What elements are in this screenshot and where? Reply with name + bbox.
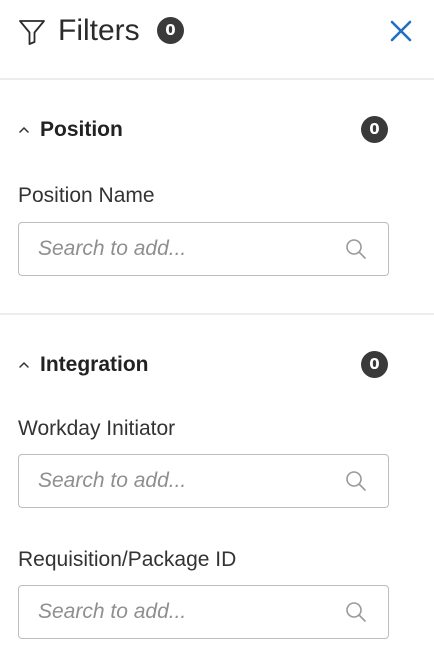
field-label: Position Name bbox=[18, 184, 155, 207]
workday-initiator-input[interactable] bbox=[38, 455, 338, 507]
filter-funnel-icon bbox=[19, 20, 45, 45]
search-icon bbox=[346, 602, 366, 622]
workday-initiator-search[interactable] bbox=[18, 454, 389, 508]
section-count-badge: 0 bbox=[361, 351, 388, 378]
field-label: Requisition/Package ID bbox=[18, 548, 237, 571]
filters-title: Filters bbox=[58, 14, 140, 47]
section-integration: Integration 0 Workday Initiator Requisit… bbox=[0, 315, 434, 664]
close-icon[interactable] bbox=[386, 16, 416, 46]
search-icon bbox=[346, 471, 366, 491]
section-title: Integration bbox=[40, 353, 149, 376]
chevron-up-icon bbox=[19, 126, 29, 133]
field-label: Workday Initiator bbox=[18, 417, 176, 440]
search-icon bbox=[346, 239, 366, 259]
filters-count-badge: 0 bbox=[157, 17, 184, 44]
requisition-package-id-search[interactable] bbox=[18, 585, 389, 639]
requisition-package-id-input[interactable] bbox=[38, 586, 338, 638]
filters-panel: Filters 0 Position 0 Position Name Searc… bbox=[0, 0, 434, 666]
position-name-input[interactable] bbox=[38, 223, 338, 275]
section-position: Position 0 Position Name bbox=[0, 80, 434, 315]
section-count-badge: 0 bbox=[361, 116, 388, 143]
section-position-toggle[interactable]: Position 0 bbox=[0, 110, 434, 150]
section-title: Position bbox=[40, 118, 123, 141]
filters-header: Filters 0 bbox=[0, 0, 434, 80]
chevron-up-icon bbox=[19, 361, 29, 368]
section-integration-toggle[interactable]: Integration 0 bbox=[0, 345, 434, 385]
position-name-search[interactable] bbox=[18, 222, 389, 276]
